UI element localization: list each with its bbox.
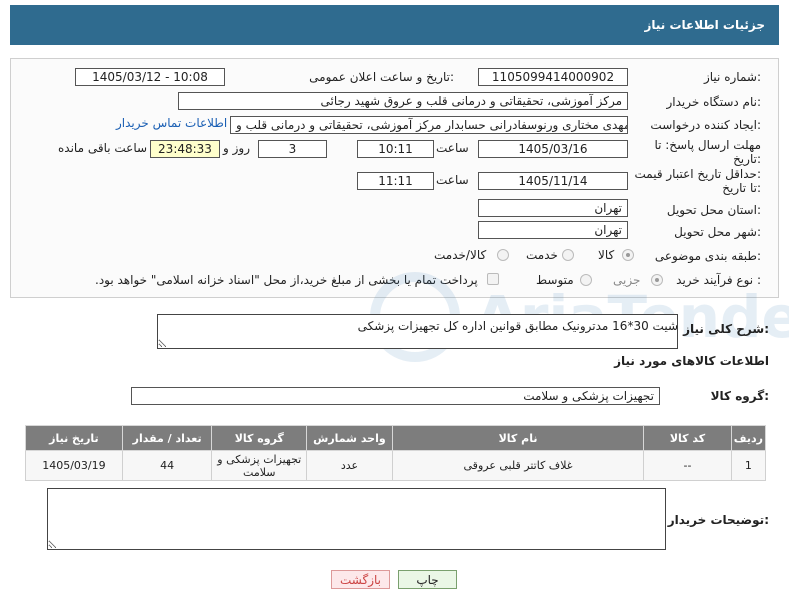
buyer-org-field: مرکز آموزشی، تحقیقاتی و درمانی قلب و عرو… [178, 92, 628, 110]
province-label: استان محل تحویل: [666, 203, 761, 217]
treasury-payment-checkbox[interactable] [487, 273, 499, 285]
city-label: شهر محل تحویل: [674, 225, 761, 239]
goods-group-field: تجهیزات پزشکی و سلامت [131, 387, 660, 405]
price-validity-label: حداقل تاریخ اعتبار قیمت: [634, 167, 761, 181]
need-number-field: 1105099414000902 [478, 68, 628, 86]
col-item-name: نام کالا [391, 425, 645, 451]
remaining-label: ساعت باقی مانده [58, 141, 148, 155]
buyer-org-label: نام دستگاه خریدار: [666, 95, 762, 109]
price-validity-date: 1405/11/14 [478, 172, 628, 190]
province-field: تهران [478, 199, 628, 217]
col-item-code: کد کالا [643, 425, 732, 451]
requester-field: مهدی مختاری ورنوسفادرانی حسابدار مرکز آم… [230, 116, 628, 134]
category-option-goods: کالا [598, 248, 615, 262]
price-validity-label-2: تا تاریخ: [722, 181, 761, 195]
category-label: طبقه بندی موضوعی: [654, 249, 761, 263]
announce-datetime-label: تاریخ و ساعت اعلان عمومی: [309, 70, 454, 84]
reply-deadline-date: 1405/03/16 [478, 140, 628, 158]
buyer-notes-label: توضیحات خریدار: [667, 513, 769, 527]
treasury-payment-note: پرداخت تمام یا بخشی از مبلغ خرید،از محل … [95, 273, 478, 287]
cell-need-date: 1405/03/19 [25, 450, 123, 481]
goods-table: ردیف کد کالا نام کالا واحد شمارش گروه کا… [25, 425, 767, 481]
remaining-time: 23:48:33 [150, 140, 220, 158]
col-row-number: ردیف [730, 425, 767, 451]
reply-time-label: ساعت [436, 141, 469, 155]
goods-info-title: اطلاعات کالاهای مورد نیاز [614, 354, 769, 368]
cell-item-code: -- [643, 450, 732, 481]
category-option-goods-service: کالا/خدمت [434, 248, 487, 262]
purchase-option-minor: جزیی [613, 273, 641, 287]
general-desc-textarea[interactable] [157, 314, 678, 349]
remaining-days: 3 [258, 140, 327, 158]
purchase-radio-minor[interactable] [651, 274, 663, 286]
page-header: جزئیات اطلاعات نیاز [10, 5, 779, 45]
buyer-contact-link[interactable]: اطلاعات تماس خریدار [116, 116, 227, 130]
table-row: 1 -- غلاف کاتتر قلبی عروقی عدد تجهیزات پ… [25, 450, 767, 481]
col-group: گروه کالا [211, 425, 308, 451]
print-button[interactable]: چاپ [398, 570, 457, 589]
cell-unit: عدد [306, 450, 393, 481]
goods-group-label: گروه کالا: [710, 389, 769, 403]
category-radio-goods-service[interactable] [497, 249, 509, 261]
back-button[interactable]: بازگشت [331, 570, 390, 589]
col-unit: واحد شمارش [306, 425, 393, 451]
reply-deadline-label-2: تاریخ: [733, 152, 761, 166]
category-radio-goods[interactable] [622, 249, 634, 261]
buyer-notes-textarea[interactable] [47, 488, 666, 550]
city-field: تهران [478, 221, 628, 239]
need-number-label: شماره نیاز: [703, 70, 761, 84]
cell-row-number: 1 [730, 450, 767, 481]
category-radio-service[interactable] [562, 249, 574, 261]
general-desc-label: شرح کلی نیاز: [683, 322, 769, 336]
purchase-option-medium: متوسط [536, 273, 574, 287]
category-option-service: خدمت [526, 248, 558, 262]
cell-quantity: 44 [121, 450, 213, 481]
goods-table-header: ردیف کد کالا نام کالا واحد شمارش گروه کا… [25, 425, 767, 451]
col-quantity: تعداد / مقدار [121, 425, 213, 451]
purchase-radio-medium[interactable] [580, 274, 592, 286]
days-label: روز و [223, 141, 250, 155]
reply-deadline-label: مهلت ارسال پاسخ: تا [654, 138, 761, 152]
col-need-date: تاریخ نیاز [25, 425, 123, 451]
price-time-label: ساعت [436, 173, 469, 187]
announce-datetime-field: 1405/03/12 - 10:08 [75, 68, 225, 86]
cell-item-name: غلاف کاتتر قلبی عروقی [391, 450, 645, 481]
reply-deadline-time: 10:11 [357, 140, 434, 158]
requester-label: ایجاد کننده درخواست: [650, 118, 761, 132]
price-validity-time: 11:11 [357, 172, 434, 190]
cell-group: تجهیزات پزشکی و سلامت [211, 450, 308, 481]
page-title: جزئیات اطلاعات نیاز [644, 18, 765, 32]
purchase-type-label: نوع فرآیند خرید : [676, 273, 761, 287]
